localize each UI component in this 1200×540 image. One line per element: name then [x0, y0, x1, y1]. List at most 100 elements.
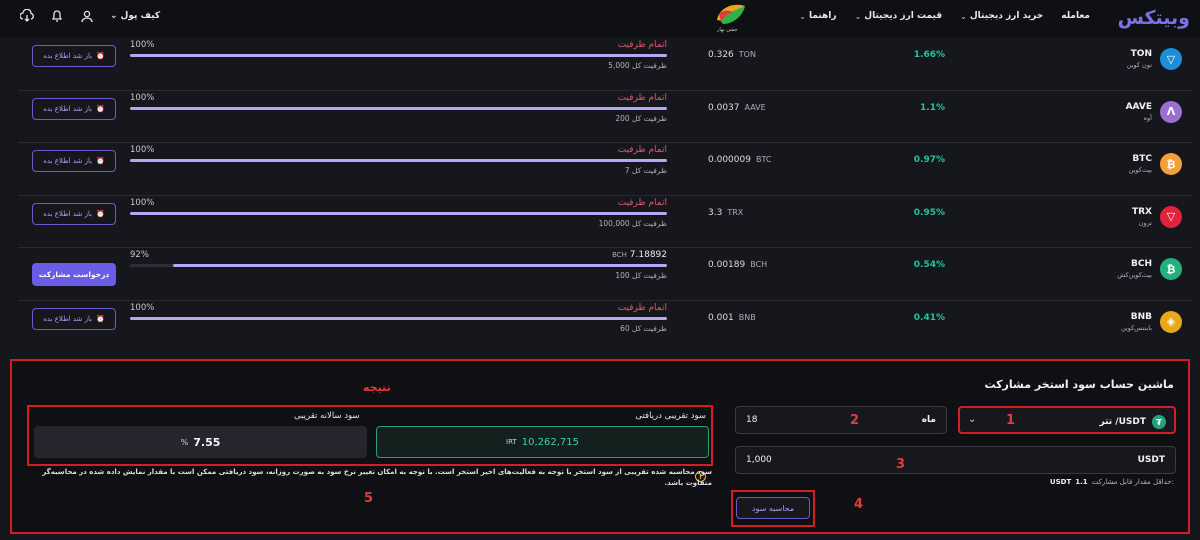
aave-coin-icon: Λ [1160, 100, 1182, 123]
apy-value: 0.54% [913, 260, 945, 270]
coin-name-fa: بایننس‌کوین [1120, 323, 1152, 332]
fill-percent: 100% [130, 302, 155, 313]
chevron-down-icon: ⌄ [960, 11, 967, 21]
marker-4: 4 [854, 497, 864, 512]
result-title: نتیجه [363, 381, 391, 394]
fill-percent: 100% [130, 145, 155, 155]
capacity-progress-bar [130, 316, 667, 320]
nav-trade-label: معامله [1061, 11, 1090, 21]
capacity-total: ظرفیت کل 5,000 [608, 61, 667, 70]
coin-cell: ▽ TRX ترون [1131, 205, 1182, 228]
coin-cell: Λ AAVE آوه [1125, 100, 1182, 123]
apy-value: 0.97% [913, 155, 945, 165]
capacity-progress-bar [130, 211, 667, 215]
alarm-icon: ⏰ [96, 52, 105, 60]
table-row: ▽ TRX ترون 0.95% TRX 3.3 100% اتمام ظرفیت … [18, 196, 1192, 248]
alarm-icon: ⏰ [96, 314, 105, 323]
profit-value: 10,262,715 [521, 436, 579, 448]
table-row: Λ AAVE آوه 1.1% AAVE 0.0037 100% اتمام ظرف… [18, 91, 1192, 143]
alarm-icon: ⏰ [96, 157, 105, 165]
notify-label: باز شد اطلاع بده [43, 157, 93, 165]
notify-me-button[interactable]: باز شد اطلاع بده ⏰ [32, 202, 116, 225]
bell-icon[interactable] [50, 9, 64, 23]
capacity-cell: 100% اتمام ظرفیت ظرفیت کل 5,000 [130, 40, 667, 88]
min-value: 0.000009 [708, 155, 751, 165]
coin-symbol: AAVE [1125, 101, 1152, 112]
capacity-total: ظرفیت کل 200 [615, 113, 667, 123]
nav-buy-crypto[interactable]: خرید ارز دیجیتال ⌄ [960, 11, 1043, 21]
fill-percent: 92% [130, 250, 149, 260]
apy-value: 1.1% [920, 102, 945, 113]
capacity-progress-bar [130, 159, 667, 162]
min-note-label: حداقل مقدار قابل مشارکت: [1091, 478, 1174, 486]
capacity-cell: 100% اتمام ظرفیت ظرفیت کل 60 [130, 303, 667, 351]
capacity-progress-bar [130, 54, 667, 57]
result-box: سود تقریبی دریافتی سود سالانه تقریبی IRT… [27, 405, 713, 466]
fill-percent: 100% [130, 40, 155, 50]
asset-select[interactable]: ₮ تتر /USDT ⌄ [958, 406, 1176, 434]
usdt-icon: ₮ [1152, 415, 1166, 429]
notify-me-button[interactable]: باز شد اطلاع بده ⏰ [32, 307, 116, 330]
min-amount: AAVE 0.0037 [708, 103, 766, 113]
amount-input[interactable]: USDT 1,000 [735, 446, 1176, 474]
wallet-label: کیف پول [120, 11, 161, 21]
brand-logo-text[interactable]: وبیتکس [1118, 7, 1190, 29]
fill-percent: 100% [130, 92, 155, 103]
notify-me-button[interactable]: باز شد اطلاع بده ⏰ [32, 45, 116, 67]
alarm-icon: ⏰ [96, 104, 105, 113]
notify-me-button[interactable]: باز شد اطلاع بده ⏰ [32, 97, 116, 120]
annual-value: 7.55 [193, 435, 221, 449]
min-amount: BNB 0.001 [708, 313, 756, 323]
asset-label: تتر /USDT [1099, 417, 1146, 427]
marker-2: 2 [850, 413, 860, 428]
min-amount: TRX 3.3 [708, 208, 743, 218]
logo-caption: جشن بهار [717, 27, 738, 33]
coin-name-fa: آوه [1143, 113, 1152, 122]
min-unit: BNB [738, 312, 756, 322]
min-unit: BCH [750, 260, 768, 269]
wallet-menu[interactable]: ⌄ کیف پول [110, 11, 160, 21]
coin-cell: ₿ BTC بیت‌کوین [1129, 153, 1182, 175]
annual-label: سود سالانه تقریبی [294, 411, 360, 421]
min-amount: BTC 0.000009 [708, 155, 771, 165]
coin-cell: ₿ BCH بیت‌کوین‌کش [1117, 258, 1182, 280]
capacity-status: اتمام ظرفیت [617, 92, 667, 103]
apy-value: 1.66% [913, 50, 945, 60]
capacity-progress-fill [130, 159, 667, 162]
capacity-cell: 100% اتمام ظرفیت ظرفیت کل 7 [130, 145, 667, 193]
capacity-total: ظرفیت کل 100 [615, 271, 667, 280]
user-icon[interactable] [80, 9, 94, 23]
coin-symbol: TRX [1131, 206, 1152, 217]
chevron-down-icon: ⌄ [110, 11, 118, 21]
apy-value: 0.95% [913, 207, 945, 218]
btc-coin-icon: ₿ [1160, 153, 1182, 175]
months-input[interactable]: ماه 18 [735, 406, 947, 434]
nav-guide-label: راهنما [808, 11, 837, 21]
marker-1: 1 [1006, 413, 1016, 428]
min-note-value: 1.1 [1075, 478, 1088, 486]
min-value: 0.001 [708, 312, 734, 323]
notify-me-button[interactable]: باز شد اطلاع بده ⏰ [32, 150, 116, 172]
nav-guide[interactable]: راهنما ⌄ [799, 11, 836, 21]
capacity-progress-bar [130, 264, 667, 267]
capacity-status: اتمام ظرفیت [617, 197, 667, 208]
participate-button[interactable]: درخواست مشارکت [32, 263, 116, 286]
min-amount: TON 0.326 [708, 50, 756, 60]
spring-logo[interactable]: جشن بهار [711, 0, 751, 36]
min-unit: BTC [755, 155, 772, 164]
nav-trade[interactable]: معامله [1061, 11, 1090, 21]
fill-percent: 100% [130, 197, 155, 208]
nav-buy-label: خرید ارز دیجیتال [969, 11, 1044, 21]
download-icon[interactable] [20, 9, 34, 23]
marker-5: 5 [364, 491, 374, 506]
nav-crypto-price[interactable]: قیمت ارز دیجیتال ⌄ [855, 11, 943, 21]
notify-label: باز شد اطلاع بده [43, 104, 93, 113]
coin-name-fa: ترون [1138, 218, 1152, 227]
calculator-title: ماشین حساب سود استخر مشارکت [984, 378, 1175, 391]
notify-label: باز شد اطلاع بده [43, 314, 93, 323]
bnb-coin-icon: ◈ [1160, 310, 1182, 333]
amount-value: 1,000 [746, 455, 772, 465]
calculate-profit-button[interactable]: محاسبه سود [736, 497, 810, 519]
ton-coin-icon: ▽ [1160, 48, 1182, 70]
capacity-progress-fill [130, 211, 667, 215]
